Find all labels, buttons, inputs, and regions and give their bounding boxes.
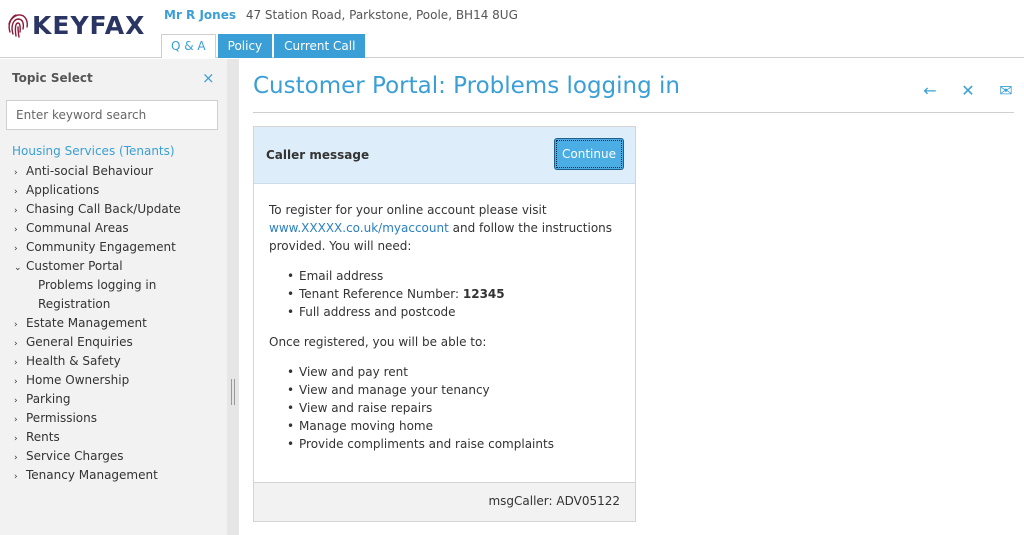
list-item: Provide compliments and raise complaints (287, 435, 624, 453)
topic-estate-management[interactable]: › Estate Management (14, 314, 181, 333)
topic-community-engagement[interactable]: › Community Engagement (14, 238, 181, 257)
chevron-down-icon: ⌄ (14, 263, 22, 273)
topic-label: Anti-social Behaviour (26, 164, 154, 178)
list-item: View and manage your tenancy (287, 381, 624, 399)
topic-permissions[interactable]: › Permissions (14, 409, 181, 428)
topic-chasing-call-back[interactable]: › Chasing Call Back/Update (14, 200, 181, 219)
topic-label: Applications (26, 183, 100, 197)
list-item: Tenant Reference Number: 12345 (287, 285, 624, 303)
caller-address: 47 Station Road, Parkstone, Poole, BH14 … (245, 8, 518, 22)
intro-text: To register for your online account plea… (269, 203, 547, 217)
card-footer: msgCaller: ADV05122 (254, 482, 635, 521)
list-item: Manage moving home (287, 417, 624, 435)
list-item-text: Provide compliments and raise complaints (299, 437, 554, 451)
card-body: To register for your online account plea… (269, 201, 624, 465)
topic-label: Estate Management (26, 316, 147, 330)
topic-label: Customer Portal (26, 259, 123, 273)
list-item: View and raise repairs (287, 399, 624, 417)
list-item: Email address (287, 267, 624, 285)
topic-label: Tenancy Management (26, 468, 158, 482)
main-content: Customer Portal: Problems logging in ← ✕… (239, 59, 1024, 535)
topic-label: Chasing Call Back/Update (26, 202, 181, 216)
tab-qa[interactable]: Q & A (161, 34, 216, 58)
caller-message-card: Caller message Continue To register for … (253, 126, 636, 522)
topic-service-charges[interactable]: › Service Charges (14, 447, 181, 466)
tab-current-call[interactable]: Current Call (274, 34, 366, 58)
topic-label: Service Charges (26, 449, 124, 463)
logo-text: KEYFAX (32, 10, 146, 40)
list-item-text: View and pay rent (299, 365, 408, 379)
list-item-text: Email address (299, 269, 384, 283)
email-icon[interactable]: ✉ (987, 83, 1024, 99)
fingerprint-icon (8, 14, 28, 38)
tab-policy[interactable]: Policy (217, 34, 273, 58)
topic-label: Health & Safety (26, 354, 121, 368)
tab-bar: Q & A Policy Current Call (161, 34, 367, 58)
list-item-text: Manage moving home (299, 419, 434, 433)
topic-label: Rents (26, 430, 60, 444)
abilities-list: View and pay rent View and manage your t… (269, 363, 624, 453)
continue-button[interactable]: Continue (554, 138, 624, 170)
topic-list: › Anti-social Behaviour › Applications › Ch… (14, 162, 181, 485)
topic-home-ownership[interactable]: › Home Ownership (14, 371, 181, 390)
topic-label: Community Engagement (26, 240, 176, 254)
list-item-text: View and raise repairs (299, 401, 433, 415)
topic-select-title: Topic Select (12, 71, 93, 85)
topic-label: Permissions (26, 411, 97, 425)
topic-sidebar: Topic Select × Housing Services (Tenants… (0, 59, 227, 535)
sidebar-splitter[interactable] (227, 59, 239, 535)
topic-label: Problems logging in (38, 278, 157, 292)
requirements-list: Email address Tenant Reference Number: 1… (269, 267, 624, 321)
topic-label: Registration (38, 297, 111, 311)
topic-problems-logging-in[interactable]: Problems logging in (14, 276, 181, 295)
app-header: KEYFAX Mr R Jones 47 Station Road, Parks… (0, 0, 1024, 58)
keyword-search-input[interactable] (6, 100, 218, 130)
topic-anti-social-behaviour[interactable]: › Anti-social Behaviour (14, 162, 181, 181)
topic-tenancy-management[interactable]: › Tenancy Management (14, 466, 181, 485)
topic-general-enquiries[interactable]: › General Enquiries (14, 333, 181, 352)
topic-applications[interactable]: › Applications (14, 181, 181, 200)
drag-handle-icon[interactable] (231, 379, 235, 405)
list-item-text: View and manage your tenancy (299, 383, 490, 397)
once-registered-text: Once registered, you will be able to: (269, 335, 487, 349)
caller-name: Mr R Jones (164, 8, 236, 22)
close-icon[interactable]: × (202, 71, 215, 86)
topic-label: General Enquiries (26, 335, 133, 349)
section-housing-services[interactable]: Housing Services (Tenants) (12, 144, 175, 158)
caller-info: Mr R Jones 47 Station Road, Parkstone, P… (164, 8, 518, 22)
topic-customer-portal[interactable]: ⌄ Customer Portal (14, 257, 181, 276)
topic-label: Home Ownership (26, 373, 130, 387)
message-reference: msgCaller: ADV05122 (488, 494, 620, 508)
title-divider (253, 112, 1014, 113)
topic-communal-areas[interactable]: › Communal Areas (14, 219, 181, 238)
close-icon[interactable]: ✕ (949, 83, 987, 99)
page-title: Customer Portal: Problems logging in (253, 73, 681, 99)
keyfax-logo: KEYFAX (6, 10, 145, 40)
card-header-title: Caller message (266, 148, 370, 162)
list-item: View and pay rent (287, 363, 624, 381)
myaccount-link[interactable]: www.XXXXX.co.uk/myaccount (269, 221, 449, 235)
topic-registration[interactable]: Registration (14, 295, 181, 314)
intro-paragraph: To register for your online account plea… (269, 201, 624, 255)
topic-health-safety[interactable]: › Health & Safety (14, 352, 181, 371)
page-actions: ← ✕ ✉ (911, 83, 1024, 99)
topic-label: Communal Areas (26, 221, 129, 235)
card-header: Caller message Continue (254, 127, 635, 184)
topic-rents[interactable]: › Rents (14, 428, 181, 447)
chevron-right-icon: › (14, 472, 18, 482)
topic-label: Parking (26, 392, 71, 406)
tenant-reference-number: 12345 (462, 287, 505, 301)
back-arrow-icon[interactable]: ← (911, 83, 949, 99)
topic-parking[interactable]: › Parking (14, 390, 181, 409)
list-item-text: Full address and postcode (299, 305, 456, 319)
list-item: Full address and postcode (287, 303, 624, 321)
list-item-text: Tenant Reference Number: (299, 287, 460, 301)
